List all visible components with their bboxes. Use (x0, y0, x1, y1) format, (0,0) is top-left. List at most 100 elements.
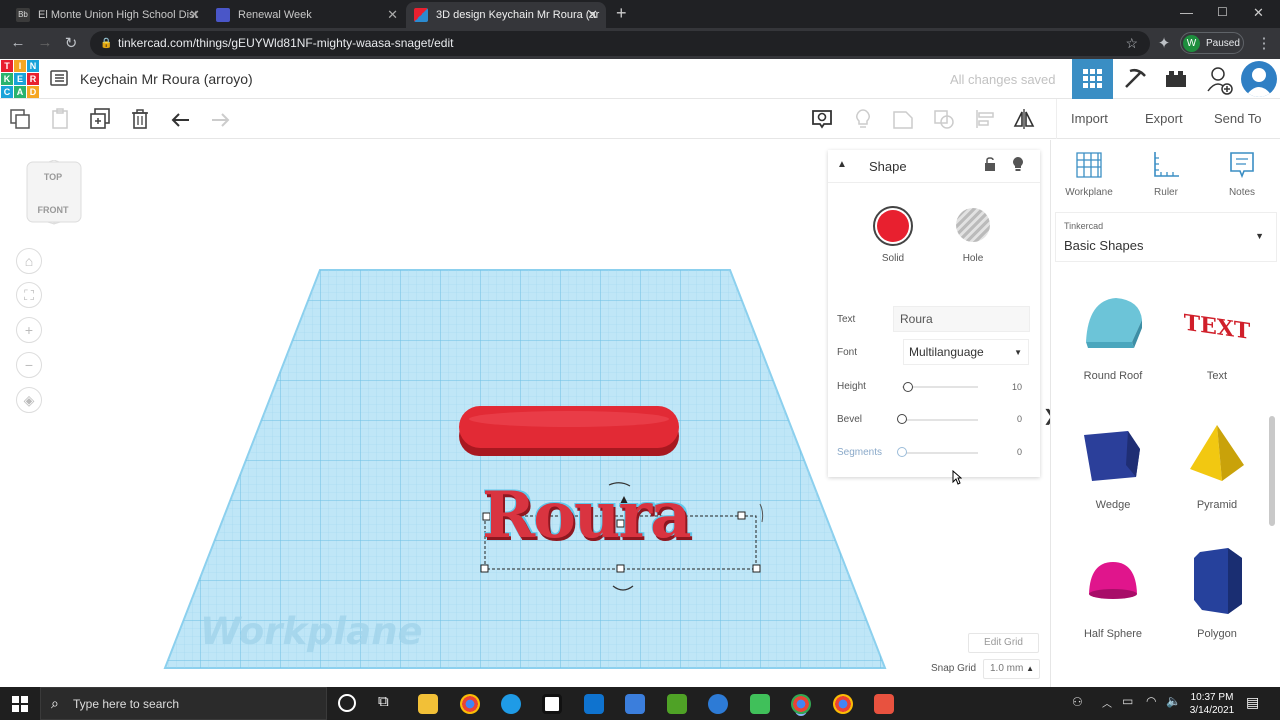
lock-shape-icon[interactable] (984, 157, 996, 171)
text-input[interactable] (893, 306, 1030, 332)
segments-slider-knob[interactable] (897, 447, 907, 457)
shape-library-select[interactable]: Tinkercad Basic Shapes ▼ (1055, 212, 1277, 262)
shield-app-icon[interactable] (708, 694, 728, 714)
solid-button[interactable] (873, 206, 913, 246)
tray-chevron-icon[interactable]: ︿ (1102, 695, 1112, 710)
design-list-icon[interactable] (50, 69, 68, 87)
new-tab-icon[interactable]: + (616, 3, 627, 24)
text-3d-object[interactable]: Roura (482, 484, 772, 548)
height-value[interactable]: 10 (1012, 382, 1022, 392)
pickaxe-icon[interactable] (1122, 67, 1148, 91)
hole-label: Hole (962, 253, 984, 264)
cortana-icon[interactable] (338, 694, 356, 712)
3d-design-view-button[interactable] (1072, 59, 1113, 99)
hole-button[interactable] (956, 208, 990, 242)
notifications-icon[interactable]: ▤ (1246, 694, 1259, 711)
taskbar-clock[interactable]: 10:37 PM 3/14/2021 (1188, 691, 1236, 717)
extensions-icon[interactable]: ✦ (1154, 34, 1174, 52)
export-button[interactable]: Export (1145, 111, 1183, 126)
bricks-icon[interactable] (1164, 69, 1188, 89)
snap-grid-select[interactable]: 1.0 mm ▲ (983, 659, 1040, 679)
window-close-icon[interactable]: ✕ (1253, 5, 1264, 21)
visibility-bulb-icon[interactable] (851, 107, 875, 131)
media-app-icon[interactable] (542, 694, 562, 714)
close-tab-icon[interactable]: ✕ (587, 7, 598, 23)
bevel-value[interactable]: 0 (1017, 414, 1022, 424)
ruler-tool-button[interactable]: Ruler (1136, 150, 1196, 198)
bookmark-star-icon[interactable]: ☆ (1125, 31, 1138, 56)
camtasia-icon[interactable] (750, 694, 770, 714)
url-field[interactable]: 🔒 tinkercad.com/things/gEUYWld81NF-might… (90, 31, 1150, 56)
store-icon[interactable] (625, 694, 645, 714)
chrome-profile-icon[interactable] (833, 694, 853, 714)
shapes-scrollbar[interactable] (1269, 416, 1275, 526)
browser-tab[interactable]: Renewal Week ✕ (208, 2, 406, 28)
network-icon[interactable]: ▭ (1122, 694, 1133, 708)
duplicate-icon[interactable] (88, 107, 112, 131)
forward-icon[interactable]: → (35, 34, 55, 51)
add-user-icon[interactable] (1206, 65, 1234, 95)
volume-icon[interactable]: 🔈 (1166, 694, 1181, 708)
send-to-button[interactable]: Send To (1214, 111, 1261, 126)
edge-icon[interactable] (501, 694, 521, 714)
delete-icon[interactable] (128, 107, 152, 131)
tinkercad-logo[interactable]: T I N K E R C A D (1, 60, 39, 98)
save-status: All changes saved (950, 72, 1056, 87)
notes-tool-button[interactable]: Notes (1212, 150, 1272, 198)
segments-slider-track[interactable] (902, 452, 978, 454)
shape-wedge[interactable]: Wedge (1068, 419, 1158, 511)
maximize-icon[interactable]: ☐ (1217, 5, 1228, 19)
browser-tab-active[interactable]: 3D design Keychain Mr Roura (ar ✕ (406, 2, 606, 28)
font-select[interactable]: Multilanguage ▼ (903, 339, 1029, 365)
import-button[interactable]: Import (1071, 111, 1108, 126)
mail-icon[interactable] (584, 694, 604, 714)
chrome-active-icon[interactable] (791, 694, 811, 714)
windows-start-icon[interactable] (12, 696, 28, 712)
undo-icon[interactable] (169, 107, 193, 131)
collapse-inspector-icon[interactable]: ▲ (837, 159, 847, 170)
height-slider-track[interactable] (902, 386, 978, 388)
align-icon[interactable] (973, 107, 997, 131)
tab-title: 3D design Keychain Mr Roura (ar (436, 9, 600, 21)
shape-round-roof[interactable]: Round Roof (1068, 290, 1158, 382)
bevel-slider-knob[interactable] (897, 414, 907, 424)
taskbar-search-box[interactable]: ⌕ Type here to search (40, 687, 327, 720)
reload-icon[interactable]: ↻ (61, 34, 81, 52)
collapse-panel-icon[interactable]: ❯ (1043, 406, 1050, 426)
shape-pyramid[interactable]: Pyramid (1172, 419, 1262, 511)
notes-toggle-icon[interactable] (810, 107, 834, 131)
task-view-icon[interactable]: ⧉ (378, 693, 389, 710)
people-icon[interactable]: ⚇ (1072, 695, 1083, 709)
back-icon[interactable]: ← (8, 34, 28, 51)
copy-icon[interactable] (8, 107, 32, 131)
user-avatar[interactable] (1241, 61, 1277, 97)
edit-grid-button[interactable]: Edit Grid (968, 633, 1039, 653)
file-explorer-icon[interactable] (418, 694, 438, 714)
height-slider-knob[interactable] (903, 382, 913, 392)
group-icon[interactable] (891, 107, 915, 131)
wifi-icon[interactable]: ◠ (1146, 694, 1156, 708)
browser-tab[interactable]: Bb El Monte Union High School Dist ✕ (8, 2, 208, 28)
shape-polygon[interactable]: Polygon (1172, 548, 1262, 640)
minimize-icon[interactable]: — (1180, 5, 1193, 20)
solid-label: Solid (881, 253, 905, 264)
bevel-slider-track[interactable] (902, 419, 978, 421)
chrome-icon[interactable] (460, 694, 480, 714)
workplane-tool-button[interactable]: Workplane (1059, 150, 1119, 198)
shape-half-sphere[interactable]: Half Sphere (1068, 548, 1158, 640)
hide-shape-bulb-icon[interactable] (1012, 156, 1024, 172)
polygon-icon (1194, 548, 1242, 614)
design-title[interactable]: Keychain Mr Roura (arroyo) (80, 71, 253, 87)
paste-icon[interactable] (48, 107, 72, 131)
segments-value[interactable]: 0 (1017, 447, 1022, 457)
shape-text[interactable]: TEXT Text (1172, 290, 1262, 382)
redo-icon[interactable] (208, 107, 232, 131)
recorder-icon[interactable] (874, 694, 894, 714)
mirror-icon[interactable] (1012, 107, 1036, 131)
chrome-menu-icon[interactable]: ⋮ (1254, 34, 1274, 52)
ungroup-icon[interactable] (932, 107, 956, 131)
close-tab-icon[interactable]: ✕ (189, 7, 200, 23)
close-tab-icon[interactable]: ✕ (387, 7, 398, 23)
nvidia-icon[interactable] (667, 694, 687, 714)
profile-button[interactable]: W Paused (1180, 32, 1244, 54)
